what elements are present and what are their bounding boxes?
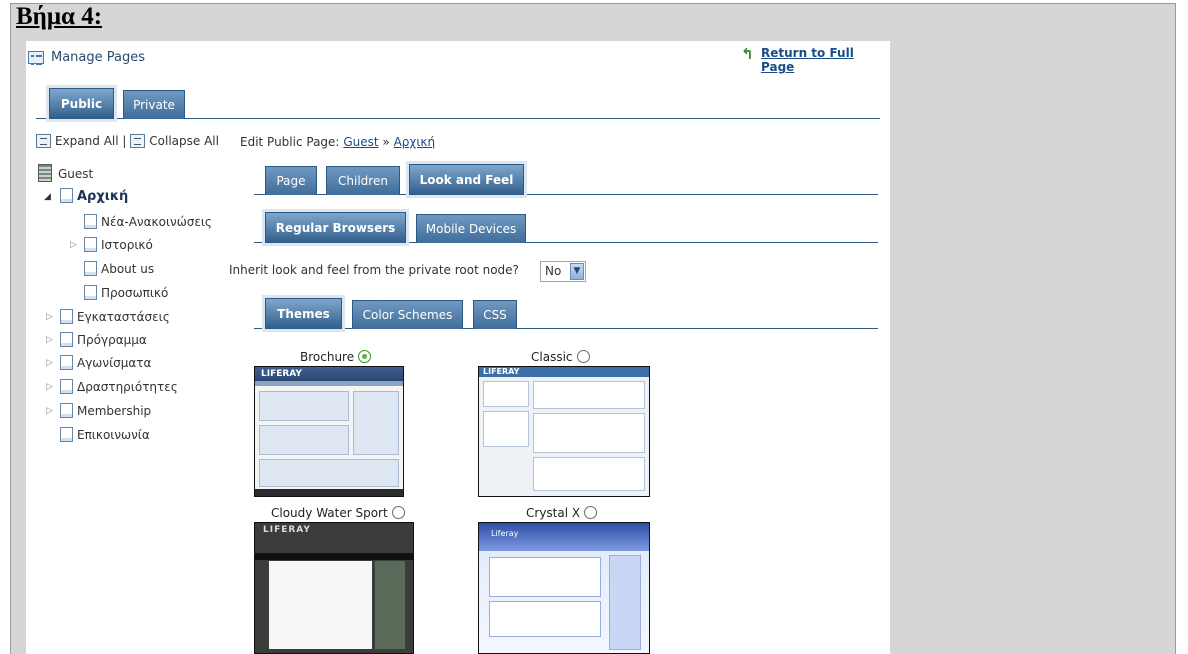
- tab-private[interactable]: Private: [123, 90, 185, 119]
- page-icon: [84, 261, 97, 276]
- tree-item-contact[interactable]: Επικοινωνία: [60, 427, 150, 442]
- tree-item-home[interactable]: Αρχική: [60, 188, 128, 204]
- tree-item-about-us[interactable]: About us: [84, 261, 154, 276]
- tree-item-activities[interactable]: Δραστηριότητες: [60, 379, 178, 394]
- tree-item-history[interactable]: Ιστορικό: [84, 237, 153, 252]
- edit-page-breadcrumb: Edit Public Page: Guest » Αρχική: [240, 135, 436, 149]
- theme-brochure-radio[interactable]: [358, 350, 372, 363]
- chevron-down-icon[interactable]: ▼: [570, 263, 584, 280]
- theme-brochure-label[interactable]: Brochure: [300, 350, 372, 364]
- page-icon: [84, 214, 97, 229]
- thumbnail-logo: Liferay: [491, 529, 519, 538]
- page-icon: [84, 237, 97, 252]
- inherit-label: Inherit look and feel from the private r…: [229, 263, 519, 277]
- return-to-full-page-link[interactable]: Return to Full Page: [761, 46, 890, 74]
- theme-cloudy-radio[interactable]: [391, 506, 405, 519]
- collapse-all-icon[interactable]: [130, 134, 146, 148]
- inherit-select-value: No: [545, 264, 562, 278]
- tab-children[interactable]: Children: [326, 166, 400, 195]
- tab-public[interactable]: Public: [49, 88, 114, 119]
- page-icon: [60, 427, 73, 442]
- expand-all-link[interactable]: Expand All: [55, 134, 119, 148]
- expand-arrow-icon[interactable]: ▷: [46, 312, 53, 322]
- page-icon: [60, 188, 73, 203]
- browser-tabs: Regular Browsers Mobile Devices: [254, 212, 878, 243]
- tree-item-membership[interactable]: Membership: [60, 403, 151, 418]
- expand-arrow-icon[interactable]: ▷: [46, 358, 53, 368]
- page-tabs: Page Children Look and Feel: [254, 164, 878, 195]
- theme-classic-radio[interactable]: [576, 350, 590, 363]
- expand-arrow-icon[interactable]: ▷: [46, 382, 53, 392]
- tree-item-staff[interactable]: Προσωπικό: [84, 285, 168, 300]
- manage-pages-icon: [28, 51, 44, 65]
- theme-classic-thumbnail[interactable]: LIFERAY: [478, 366, 650, 497]
- tree-root-guest[interactable]: Guest: [38, 164, 93, 182]
- return-arrow-icon[interactable]: ↰: [741, 47, 755, 62]
- page-icon: [60, 332, 73, 347]
- theme-crystal-thumbnail[interactable]: Liferay: [478, 522, 650, 654]
- theme-brochure-thumbnail[interactable]: LIFERAY: [254, 366, 404, 497]
- tab-css[interactable]: CSS: [473, 300, 517, 329]
- theme-classic-label[interactable]: Classic: [531, 350, 590, 364]
- theme-tabs: Themes Color Schemes CSS: [254, 298, 878, 329]
- tree-item-news[interactable]: Νέα-Ανακοινώσεις: [84, 214, 212, 229]
- page-icon: [84, 285, 97, 300]
- expand-arrow-icon[interactable]: ▷: [46, 406, 53, 416]
- thumbnail-logo: LIFERAY: [261, 369, 302, 379]
- page-icon: [60, 309, 73, 324]
- tab-page[interactable]: Page: [265, 166, 317, 195]
- page-icon: [60, 355, 73, 370]
- tab-themes[interactable]: Themes: [265, 298, 342, 329]
- site-tabs: Public Private: [36, 88, 880, 119]
- theme-cloudy-thumbnail[interactable]: LIFERAY: [254, 522, 414, 654]
- portlet-header: Manage Pages ↰ Return to Full Page: [26, 41, 890, 75]
- breadcrumb-home-link[interactable]: Αρχική: [394, 135, 436, 149]
- thumbnail-logo: LIFERAY: [263, 525, 311, 535]
- tab-look-and-feel[interactable]: Look and Feel: [409, 164, 524, 195]
- step-title: Βήμα 4:: [16, 3, 103, 30]
- theme-crystal-label[interactable]: Crystal X: [526, 506, 598, 520]
- portlet-title: Manage Pages: [51, 50, 146, 65]
- breadcrumb-guest-link[interactable]: Guest: [343, 135, 378, 149]
- collapse-arrow-icon[interactable]: ◢: [44, 192, 51, 202]
- tree-item-schedule[interactable]: Πρόγραμμα: [60, 332, 147, 347]
- tab-mobile-devices[interactable]: Mobile Devices: [416, 214, 526, 243]
- tree-item-facilities[interactable]: Εγκαταστάσεις: [60, 309, 170, 324]
- tab-regular-browsers[interactable]: Regular Browsers: [265, 212, 406, 243]
- tools-separator: |: [122, 134, 127, 148]
- page-icon: [60, 403, 73, 418]
- theme-cloudy-label[interactable]: Cloudy Water Sport: [271, 506, 405, 520]
- manage-pages-portlet: Manage Pages ↰ Return to Full Page Publi…: [26, 41, 890, 654]
- building-icon: [38, 164, 52, 182]
- expand-arrow-icon[interactable]: ▷: [70, 240, 77, 250]
- tab-color-schemes[interactable]: Color Schemes: [352, 300, 463, 329]
- collapse-all-link[interactable]: Collapse All: [149, 134, 219, 148]
- page-icon: [60, 379, 73, 394]
- expand-arrow-icon[interactable]: ▷: [46, 335, 53, 345]
- inherit-select[interactable]: No ▼: [540, 261, 586, 282]
- theme-crystal-radio[interactable]: [584, 506, 598, 519]
- tree-tools: Expand All | Collapse All: [36, 134, 219, 148]
- expand-all-icon[interactable]: [36, 134, 51, 148]
- thumbnail-logo: LIFERAY: [483, 367, 520, 376]
- tree-item-events[interactable]: Αγωνίσματα: [60, 355, 151, 370]
